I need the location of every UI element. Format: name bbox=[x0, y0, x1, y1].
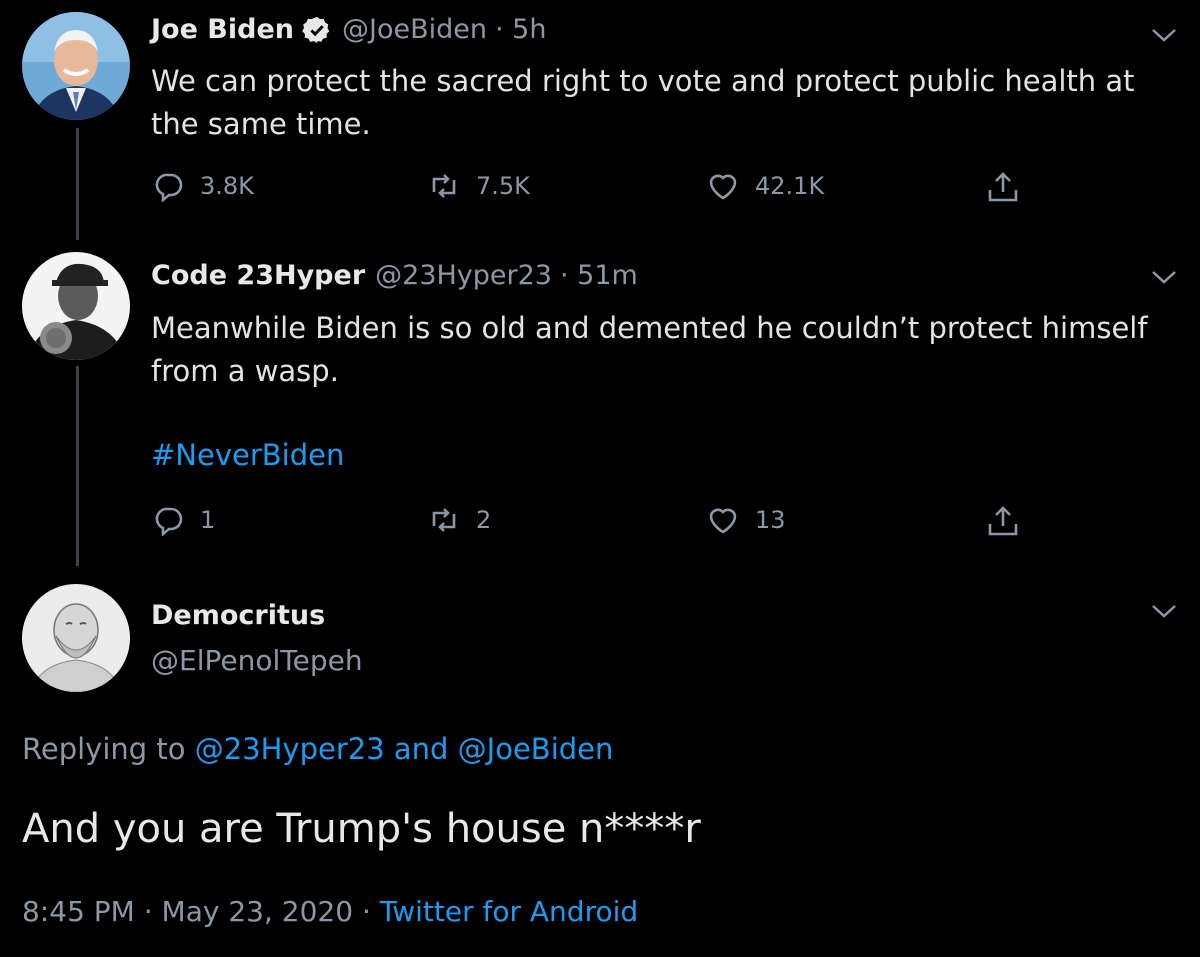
share-icon[interactable] bbox=[986, 170, 1020, 204]
tweet-text: And you are Trump's house n****r bbox=[22, 806, 701, 852]
hashtag-link[interactable]: #NeverBiden bbox=[151, 438, 344, 472]
reply-icon bbox=[155, 173, 183, 202]
like-count: 42.1K bbox=[755, 172, 825, 200]
thread-line bbox=[76, 128, 79, 240]
author-handle[interactable]: @JoeBiden bbox=[342, 14, 487, 45]
like-count: 13 bbox=[755, 506, 786, 534]
heart-icon bbox=[709, 508, 737, 534]
replying-to: Replying to @23Hyper23 and @JoeBiden bbox=[22, 732, 613, 766]
retweet-button[interactable]: 2 bbox=[428, 504, 491, 536]
retweet-count: 7.5K bbox=[476, 172, 530, 200]
author-handle[interactable]: @ElPenolTepeh bbox=[151, 644, 363, 677]
tweet-date[interactable]: May 23, 2020 bbox=[162, 895, 353, 928]
verified-badge-icon bbox=[302, 15, 332, 45]
tweet-time[interactable]: · 5h bbox=[495, 14, 546, 45]
author-handle[interactable]: @23Hyper23 bbox=[375, 260, 552, 291]
replying-prefix: Replying to bbox=[22, 732, 186, 766]
chevron-down-icon[interactable] bbox=[1150, 602, 1178, 620]
author-name[interactable]: Democritus bbox=[151, 600, 325, 631]
tweet-time[interactable]: 8:45 PM bbox=[22, 895, 135, 928]
replying-and[interactable]: and bbox=[394, 732, 449, 766]
reply-icon bbox=[155, 507, 183, 536]
retweet-button[interactable]: 7.5K bbox=[428, 170, 530, 202]
reply-count: 1 bbox=[200, 506, 216, 534]
tweet-text: Meanwhile Biden is so old and demented h… bbox=[151, 311, 1148, 388]
reply-count: 3.8K bbox=[200, 172, 254, 200]
retweet-icon bbox=[432, 174, 456, 198]
avatar[interactable] bbox=[22, 252, 130, 360]
source-link[interactable]: Twitter for Android bbox=[380, 895, 638, 928]
meta-separator: · bbox=[361, 895, 371, 928]
author-name[interactable]: Code 23Hyper bbox=[151, 260, 365, 291]
avatar[interactable] bbox=[22, 12, 130, 120]
author-name[interactable]: Joe Biden bbox=[151, 14, 294, 45]
retweet-icon bbox=[432, 508, 456, 532]
reply-button[interactable]: 3.8K bbox=[152, 170, 254, 202]
tweet-meta: 8:45 PM · May 23, 2020 · Twitter for And… bbox=[22, 895, 638, 928]
mention-link[interactable]: @23Hyper23 bbox=[195, 732, 385, 766]
tweet-time[interactable]: · 51m bbox=[560, 260, 638, 291]
thread-line bbox=[76, 366, 79, 566]
heart-icon bbox=[709, 174, 737, 200]
meta-separator: · bbox=[143, 895, 153, 928]
like-button[interactable]: 42.1K bbox=[707, 170, 824, 202]
chevron-down-icon[interactable] bbox=[1150, 26, 1178, 44]
reply-button[interactable]: 1 bbox=[152, 504, 215, 536]
mention-link[interactable]: @JoeBiden bbox=[458, 732, 614, 766]
retweet-count: 2 bbox=[476, 506, 492, 534]
share-icon[interactable] bbox=[986, 504, 1020, 538]
chevron-down-icon[interactable] bbox=[1150, 268, 1178, 286]
avatar[interactable] bbox=[22, 584, 130, 692]
tweet-text: We can protect the sacred right to vote … bbox=[151, 64, 1135, 141]
like-button[interactable]: 13 bbox=[707, 504, 786, 536]
